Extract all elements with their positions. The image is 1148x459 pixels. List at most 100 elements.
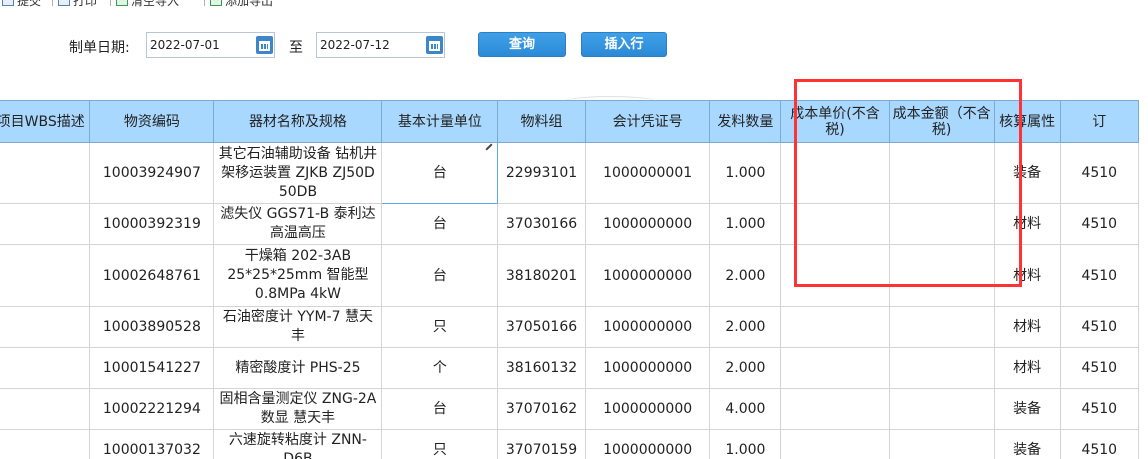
table-row[interactable]: 10002221294 固相含量测定仪 ZNG-2A 数显 慧天丰 台 3707… xyxy=(0,388,1140,430)
cell-amount[interactable] xyxy=(888,388,995,430)
cell-unit-cost[interactable] xyxy=(780,244,890,307)
cell-voucher[interactable]: 1000000000 xyxy=(584,244,711,307)
cell-voucher[interactable]: 1000000000 xyxy=(584,429,711,459)
cell-code[interactable]: 10001541227 xyxy=(89,347,215,389)
col-header-unit[interactable]: 基本计量单位 xyxy=(381,100,499,143)
cell-code[interactable]: 10002221294 xyxy=(89,388,215,430)
table-row[interactable]: 10000137032 六速旋转粘度计 ZNN-D6B 只 37070159 1… xyxy=(0,429,1140,459)
cell-unit[interactable]: 只 xyxy=(381,429,499,459)
cell-group[interactable]: 37050166 xyxy=(497,306,586,348)
cell-unit-cost[interactable] xyxy=(780,429,890,459)
table-row[interactable]: 10003924907 其它石油辅助设备 钻机井架移运装置 ZJKB ZJ50D… xyxy=(0,142,1140,204)
date-from-input[interactable] xyxy=(147,33,274,57)
col-header-attr[interactable]: 核算属性 xyxy=(993,100,1061,143)
cell-voucher[interactable]: 1000000000 xyxy=(584,388,711,430)
cell-name[interactable]: 滤失仪 GGS71-B 泰利达高温高压 xyxy=(213,203,383,245)
cell-attr[interactable]: 材料 xyxy=(993,203,1061,245)
cell-unit[interactable]: 台 xyxy=(381,388,499,430)
cell-group[interactable]: 38160132 xyxy=(497,347,586,389)
cell-code[interactable]: 10000137032 xyxy=(89,429,215,459)
col-header-voucher[interactable]: 会计凭证号 xyxy=(584,100,711,143)
cell-name[interactable]: 固相含量测定仪 ZNG-2A 数显 慧天丰 xyxy=(213,388,383,430)
cell-amount[interactable] xyxy=(888,142,995,204)
cell-voucher[interactable]: 1000000000 xyxy=(584,203,711,245)
col-header-group[interactable]: 物料组 xyxy=(497,100,586,143)
cell-order[interactable]: 4510 xyxy=(1059,388,1140,430)
cell-wbs[interactable] xyxy=(0,306,91,348)
cell-attr[interactable]: 装备 xyxy=(993,142,1061,204)
toolbar-submit-button[interactable]: 提交 xyxy=(2,0,41,8)
cell-amount[interactable] xyxy=(888,244,995,307)
insert-row-button[interactable]: 插入行 xyxy=(581,32,667,57)
cell-wbs[interactable] xyxy=(0,244,91,307)
date-to-input[interactable] xyxy=(317,33,444,57)
cell-unit-cost[interactable] xyxy=(780,203,890,245)
cell-name[interactable]: 精密酸度计 PHS-25 xyxy=(213,347,383,389)
col-header-unit-cost[interactable]: 成本单价(不含税) xyxy=(780,100,890,143)
cell-name[interactable]: 干燥箱 202-3AB 25*25*25mm 智能型 0.8MPa 4kW xyxy=(213,244,383,307)
date-to-field[interactable] xyxy=(316,32,445,58)
cell-unit[interactable]: 台 xyxy=(381,244,499,307)
cell-group[interactable]: 38180201 xyxy=(497,244,586,307)
cell-order[interactable]: 4510 xyxy=(1059,142,1140,204)
cell-group[interactable]: 37070162 xyxy=(497,388,586,430)
cell-amount[interactable] xyxy=(888,203,995,245)
cell-attr[interactable]: 材料 xyxy=(993,347,1061,389)
cell-unit-cost[interactable] xyxy=(780,142,890,204)
cell-qty[interactable]: 1.000 xyxy=(709,203,782,245)
table-row[interactable]: 10002648761 干燥箱 202-3AB 25*25*25mm 智能型 0… xyxy=(0,244,1140,307)
cell-order[interactable]: 4510 xyxy=(1059,306,1140,348)
cell-qty[interactable]: 2.000 xyxy=(709,244,782,307)
cell-order[interactable]: 4510 xyxy=(1059,429,1140,459)
cell-qty[interactable]: 2.000 xyxy=(709,306,782,348)
query-button[interactable]: 查询 xyxy=(478,32,566,57)
table-row[interactable]: 10003890528 石油密度计 YYM-7 慧天丰 只 37050166 1… xyxy=(0,306,1140,348)
cell-qty[interactable]: 1.000 xyxy=(709,142,782,204)
col-header-name[interactable]: 器材名称及规格 xyxy=(213,100,383,143)
cell-unit[interactable]: 个 xyxy=(381,347,499,389)
col-header-qty[interactable]: 发料数量 xyxy=(709,100,782,143)
cell-order[interactable]: 4510 xyxy=(1059,203,1140,245)
cell-name[interactable]: 石油密度计 YYM-7 慧天丰 xyxy=(213,306,383,348)
cell-qty[interactable]: 4.000 xyxy=(709,388,782,430)
cell-wbs[interactable] xyxy=(0,429,91,459)
col-header-order[interactable]: 订 xyxy=(1059,100,1140,143)
cell-unit-cost[interactable] xyxy=(780,347,890,389)
cell-amount[interactable] xyxy=(888,306,995,348)
cell-group[interactable]: 22993101 xyxy=(497,142,586,204)
toolbar-print-button[interactable]: 打印 xyxy=(58,0,97,8)
cell-wbs[interactable] xyxy=(0,347,91,389)
cell-group[interactable]: 37030166 xyxy=(497,203,586,245)
cell-amount[interactable] xyxy=(888,429,995,459)
cell-code[interactable]: 10003890528 xyxy=(89,306,215,348)
cell-wbs[interactable] xyxy=(0,142,91,204)
cell-qty[interactable]: 2.000 xyxy=(709,347,782,389)
cell-code[interactable]: 10003924907 xyxy=(89,142,215,204)
cell-unit[interactable]: 只 xyxy=(381,306,499,348)
cell-wbs[interactable] xyxy=(0,388,91,430)
cell-voucher[interactable]: 1000000001 xyxy=(584,142,711,204)
col-header-wbs[interactable]: 项目WBS描述 xyxy=(0,100,91,143)
table-row[interactable]: 10000392319 滤失仪 GGS71-B 泰利达高温高压 台 370301… xyxy=(0,203,1140,245)
col-header-code[interactable]: 物资编码 xyxy=(89,100,215,143)
cell-voucher[interactable]: 1000000000 xyxy=(584,347,711,389)
cell-unit-cost[interactable] xyxy=(780,388,890,430)
cell-voucher[interactable]: 1000000000 xyxy=(584,306,711,348)
cell-qty[interactable]: 1.000 xyxy=(709,429,782,459)
cell-wbs[interactable] xyxy=(0,203,91,245)
toolbar-export-button[interactable]: 添加导出 xyxy=(210,0,273,8)
date-from-field[interactable] xyxy=(146,32,275,58)
cell-order[interactable]: 4510 xyxy=(1059,347,1140,389)
cell-unit-selected[interactable]: 台 xyxy=(381,142,499,204)
toolbar-clear-import-button[interactable]: 清空导入 xyxy=(116,0,179,8)
col-header-amount[interactable]: 成本金额（不含税) xyxy=(888,100,995,143)
cell-amount[interactable] xyxy=(888,347,995,389)
cell-attr[interactable]: 材料 xyxy=(993,306,1061,348)
cell-name[interactable]: 六速旋转粘度计 ZNN-D6B xyxy=(213,429,383,459)
cell-unit-cost[interactable] xyxy=(780,306,890,348)
cell-order[interactable]: 4510 xyxy=(1059,244,1140,307)
cell-attr[interactable]: 材料 xyxy=(993,244,1061,307)
calendar-icon[interactable] xyxy=(426,36,443,54)
cell-code[interactable]: 10000392319 xyxy=(89,203,215,245)
table-row[interactable]: 10001541227 精密酸度计 PHS-25 个 38160132 1000… xyxy=(0,347,1140,389)
